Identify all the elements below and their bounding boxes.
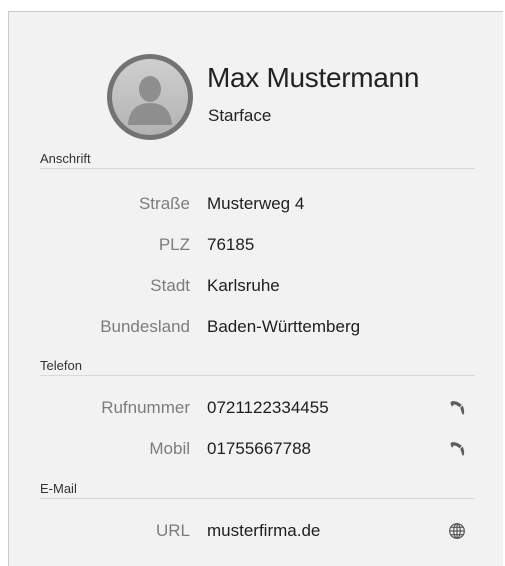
- phone-label: Rufnummer: [101, 398, 190, 417]
- mobile-value[interactable]: 01755667788: [207, 439, 311, 459]
- city-value: Karlsruhe: [207, 276, 280, 295]
- section-header-email: E-Mail: [40, 481, 475, 499]
- section-header-phone: Telefon: [40, 358, 475, 376]
- state-value: Baden-Württemberg: [207, 317, 361, 336]
- phone-value[interactable]: 0721122334455: [207, 398, 329, 418]
- zip-label: PLZ: [158, 235, 190, 254]
- street-label: Straße: [138, 194, 190, 213]
- contact-company: Starface: [208, 106, 272, 125]
- globe-icon[interactable]: [448, 522, 466, 540]
- zip-value: 76185: [207, 235, 255, 254]
- avatar: [107, 54, 193, 140]
- street-value: Musterweg 4: [207, 194, 305, 213]
- mobile-label: Mobil: [149, 439, 190, 458]
- state-label: Bundesland: [100, 317, 190, 336]
- url-value[interactable]: musterfirma.de: [207, 521, 320, 541]
- city-label: Stadt: [150, 276, 190, 295]
- section-header-address: Anschrift: [40, 151, 475, 169]
- phone-icon[interactable]: [448, 440, 466, 458]
- person-silhouette-icon: [112, 59, 188, 135]
- url-label: URL: [155, 521, 190, 540]
- contact-name: Max Mustermann: [207, 62, 420, 93]
- phone-icon[interactable]: [448, 399, 466, 417]
